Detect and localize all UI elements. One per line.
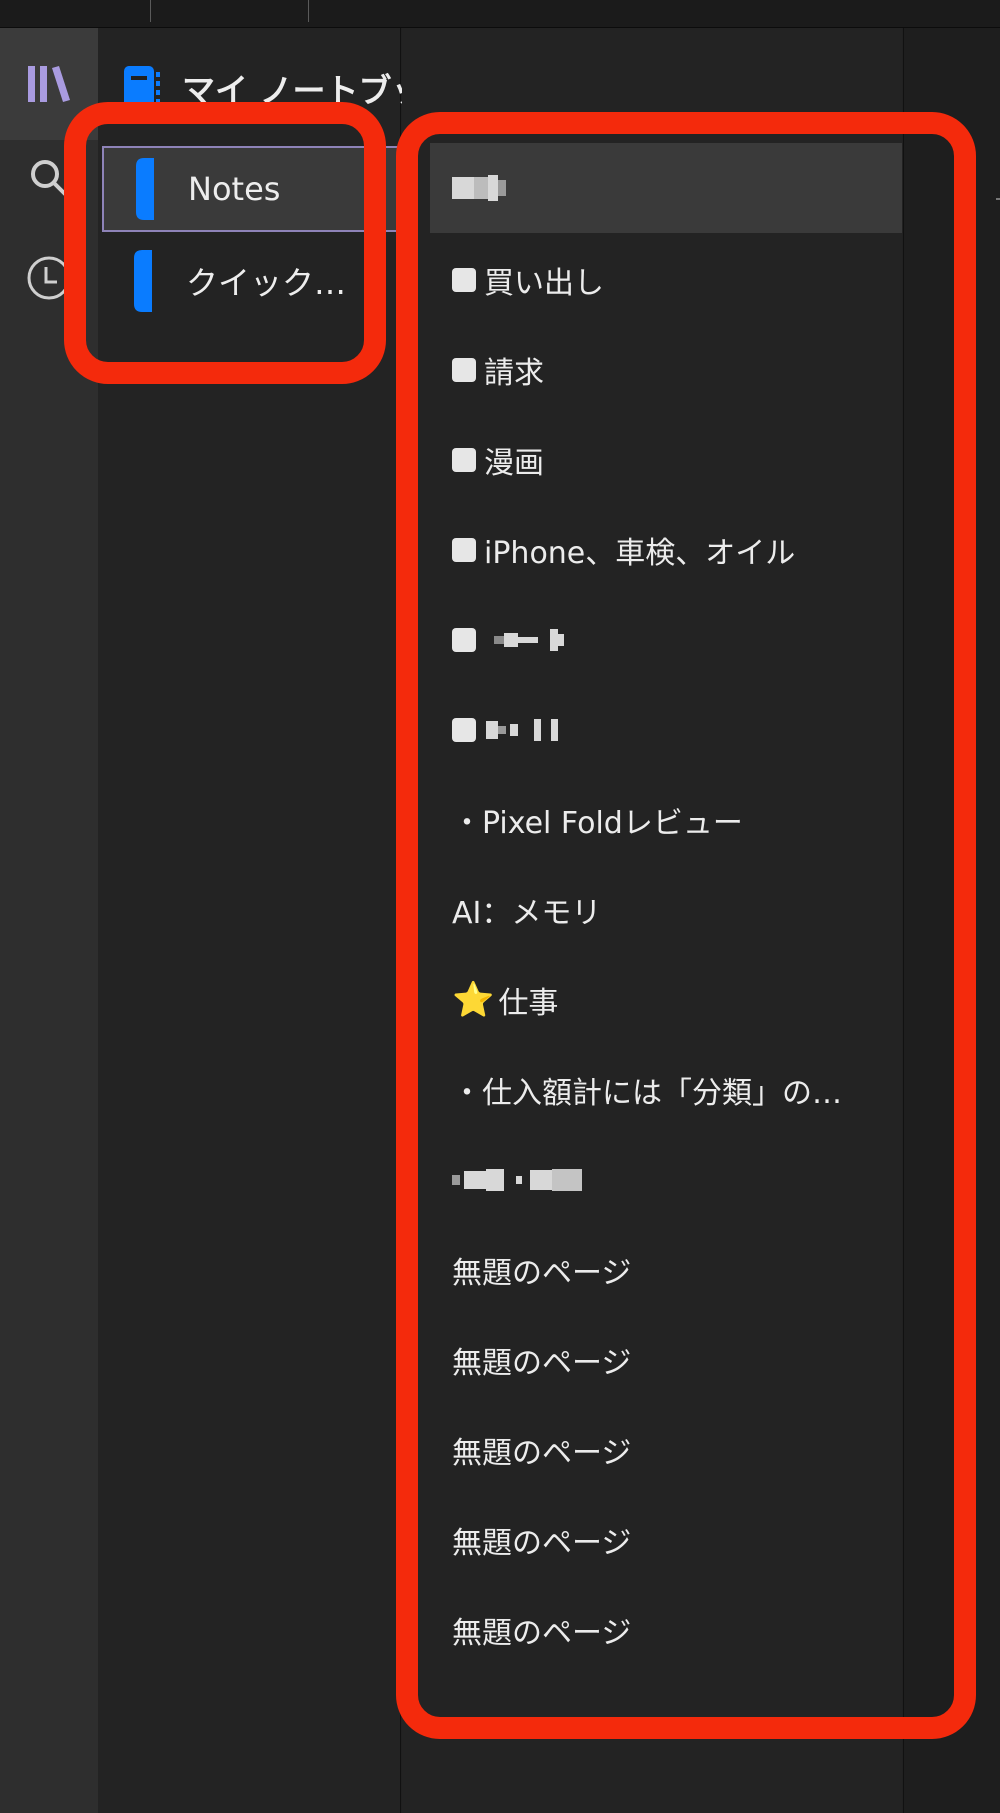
annotation-frame-pages: [396, 112, 976, 1739]
annotation-frame-sections: [64, 102, 386, 384]
top-divider: [150, 0, 151, 22]
library-icon: [28, 66, 70, 102]
window-top-strip: [0, 0, 1000, 28]
top-divider: [308, 0, 309, 22]
search-icon: [31, 160, 67, 196]
